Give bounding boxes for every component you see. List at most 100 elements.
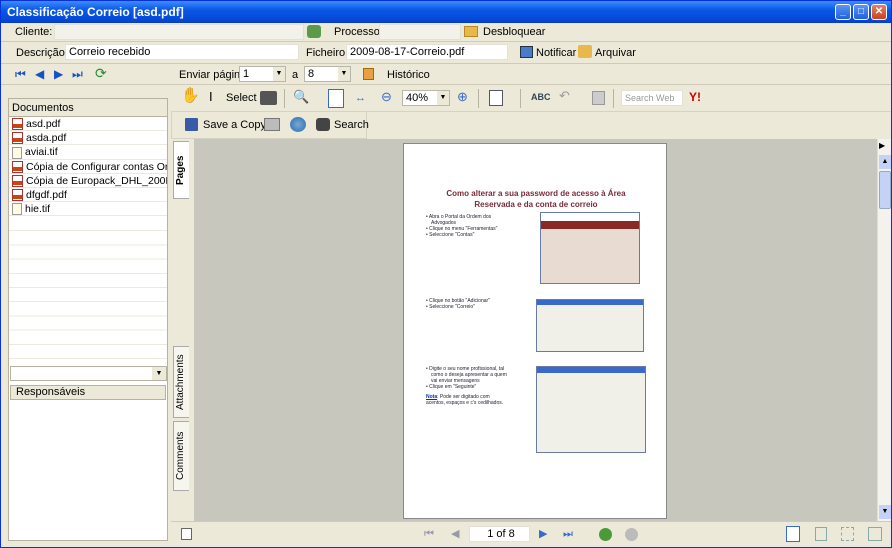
fit-page-icon[interactable] bbox=[328, 89, 344, 108]
email-icon[interactable] bbox=[290, 117, 306, 132]
zoom-value: 40% bbox=[406, 92, 429, 104]
pdf-file-icon bbox=[12, 174, 23, 187]
pdf-file-icon bbox=[12, 132, 23, 145]
chevron-down-icon[interactable]: ▼ bbox=[152, 367, 166, 380]
pdf-toolbar: ✋ I Select 🔍 ↔ ⊖ 40% ▼ ⊕ ABC ↶ Search Web… bbox=[171, 85, 891, 112]
next-page-icon[interactable]: ▶ bbox=[539, 527, 547, 541]
history-icon[interactable] bbox=[363, 68, 374, 80]
yahoo-icon[interactable]: Y! bbox=[689, 90, 701, 104]
go-back-icon[interactable] bbox=[599, 528, 612, 541]
binoculars-icon[interactable] bbox=[316, 118, 330, 131]
snapshot-icon[interactable] bbox=[260, 91, 277, 105]
to-page-value: 8 bbox=[308, 68, 315, 80]
a-label: a bbox=[292, 69, 299, 81]
document-list-item[interactable]: asda.pdf bbox=[9, 131, 167, 146]
vertical-scrollbar[interactable]: ▶ ▲ ▼ bbox=[877, 139, 891, 521]
close-button[interactable]: ✕ bbox=[871, 4, 887, 20]
minimize-button[interactable]: _ bbox=[835, 4, 851, 20]
chevron-down-icon[interactable]: ▼ bbox=[437, 91, 449, 105]
processo-label: Processo: bbox=[334, 26, 383, 38]
page-title-line-1: Como alterar a sua password de acesso à … bbox=[446, 189, 626, 198]
page-indicator[interactable]: 1 of 8 bbox=[469, 526, 530, 542]
zoom-out-icon[interactable]: ⊖ bbox=[381, 90, 392, 104]
users-icon[interactable] bbox=[307, 25, 321, 38]
select-tool-icon[interactable]: I bbox=[209, 90, 213, 104]
to-page-select[interactable]: 8 ▼ bbox=[304, 66, 351, 82]
scroll-up-icon[interactable]: ▲ bbox=[879, 155, 891, 169]
zoom-in-tool-icon[interactable]: 🔍 bbox=[293, 90, 309, 104]
enviar-pagina-label: Enviar página bbox=[179, 69, 247, 81]
hand-tool-icon[interactable]: ✋ bbox=[181, 88, 200, 103]
title-bar: Classificação Correio [asd.pdf] _ □ ✕ bbox=[1, 1, 891, 23]
document-list-item[interactable]: Cópia de Europack_DHL_200D... bbox=[9, 174, 167, 188]
responsaveis-select[interactable]: ▼ bbox=[10, 366, 167, 381]
document-name: asda.pdf bbox=[26, 132, 67, 145]
archive-icon[interactable] bbox=[578, 45, 592, 58]
documentos-header: Documentos bbox=[9, 99, 167, 117]
zoom-select[interactable]: 40% ▼ bbox=[402, 90, 450, 106]
note-text: acentos, espaços e c's cedilhados. bbox=[426, 400, 504, 406]
last-record-icon[interactable]: ⏭ bbox=[72, 67, 83, 82]
clipboard-icon[interactable] bbox=[592, 91, 605, 105]
fit-width-icon[interactable]: ↔ bbox=[355, 91, 366, 105]
page-title: Como alterar a sua password de acesso à … bbox=[404, 188, 668, 210]
search-button[interactable]: Search bbox=[334, 118, 369, 132]
cliente-field[interactable] bbox=[54, 24, 304, 40]
step-2-line: • Seleccione "Correio" bbox=[426, 304, 475, 310]
chevron-down-icon[interactable]: ▼ bbox=[338, 67, 350, 81]
scroll-menu-icon[interactable]: ▶ bbox=[879, 141, 885, 150]
processo-field[interactable] bbox=[379, 24, 461, 40]
ficheiro-field[interactable]: 2009-08-17-Correio.pdf bbox=[346, 44, 508, 60]
first-page-icon[interactable]: ⏮ bbox=[424, 527, 434, 541]
document-list-item[interactable]: asd.pdf bbox=[9, 117, 167, 132]
navigation-row: ⏮ ◀ ▶ ⏭ ⟳ Enviar página 1 ▼ a 8 ▼ Históric… bbox=[1, 64, 891, 85]
maximize-button[interactable]: □ bbox=[853, 4, 869, 20]
document-viewer[interactable]: Como alterar a sua password de acesso à … bbox=[194, 139, 877, 521]
client-row: Cliente: Processo: Desbloquear bbox=[1, 23, 891, 42]
print-icon[interactable] bbox=[264, 118, 280, 131]
descricao-field[interactable]: Correio recebido bbox=[65, 44, 299, 60]
scroll-thumb[interactable] bbox=[879, 171, 891, 209]
document-list-item[interactable]: Cópia de Configurar contas Orde... bbox=[9, 160, 167, 174]
go-forward-icon[interactable] bbox=[625, 528, 638, 541]
notificar-button[interactable]: Notificar bbox=[536, 44, 576, 62]
from-page-value: 1 bbox=[243, 68, 250, 80]
document-list-item[interactable]: aviai.tif bbox=[9, 145, 167, 160]
facing-icon[interactable] bbox=[841, 527, 854, 541]
save-icon[interactable] bbox=[185, 118, 198, 131]
notify-icon[interactable] bbox=[520, 46, 533, 58]
from-page-select[interactable]: 1 ▼ bbox=[239, 66, 286, 82]
continuous-facing-icon[interactable] bbox=[868, 527, 882, 541]
save-copy-button[interactable]: Save a Copy bbox=[203, 118, 266, 132]
undo-icon[interactable]: ↶ bbox=[559, 89, 570, 103]
search-web-input[interactable]: Search Web bbox=[621, 90, 683, 106]
historico-button[interactable]: Histórico bbox=[387, 66, 430, 84]
continuous-icon[interactable] bbox=[815, 527, 827, 541]
previous-record-icon[interactable]: ◀ bbox=[35, 67, 44, 81]
last-page-icon[interactable]: ⏭ bbox=[563, 527, 573, 541]
document-list-item[interactable]: hie.tif bbox=[9, 202, 167, 217]
chevron-down-icon[interactable]: ▼ bbox=[273, 67, 285, 81]
previous-page-icon[interactable]: ◀ bbox=[451, 527, 459, 541]
single-page-icon[interactable] bbox=[786, 526, 800, 542]
next-record-icon[interactable]: ▶ bbox=[54, 67, 63, 81]
document-name: asd.pdf bbox=[26, 118, 61, 130]
tab-pages[interactable]: Pages bbox=[173, 141, 189, 199]
refresh-icon[interactable]: ⟳ bbox=[95, 65, 107, 82]
documents-pane: Documentos asd.pdf asda.pdf aviai.tif Cópia… bbox=[8, 98, 168, 541]
arquivar-button[interactable]: Arquivar bbox=[595, 44, 636, 62]
page-layout-icon[interactable] bbox=[489, 90, 503, 106]
tab-attachments[interactable]: Attachments bbox=[173, 346, 189, 418]
desbloquear-button[interactable]: Desbloquear bbox=[483, 23, 545, 41]
tab-comments[interactable]: Comments bbox=[173, 421, 189, 491]
pdf-file-icon bbox=[12, 118, 23, 131]
folder-icon[interactable] bbox=[464, 26, 478, 37]
step-1-text: • Abra o Portal da Ordem dos Advogados •… bbox=[426, 214, 497, 238]
document-list-item[interactable]: dfgdf.pdf bbox=[9, 188, 167, 203]
spell-check-icon[interactable]: ABC bbox=[531, 90, 551, 104]
first-record-icon[interactable]: ⏮ bbox=[15, 67, 26, 82]
select-tool-button[interactable]: Select bbox=[226, 91, 257, 105]
panel-toggle-icon[interactable] bbox=[181, 528, 192, 540]
zoom-in-icon[interactable]: ⊕ bbox=[457, 90, 468, 104]
scroll-down-icon[interactable]: ▼ bbox=[879, 505, 891, 519]
